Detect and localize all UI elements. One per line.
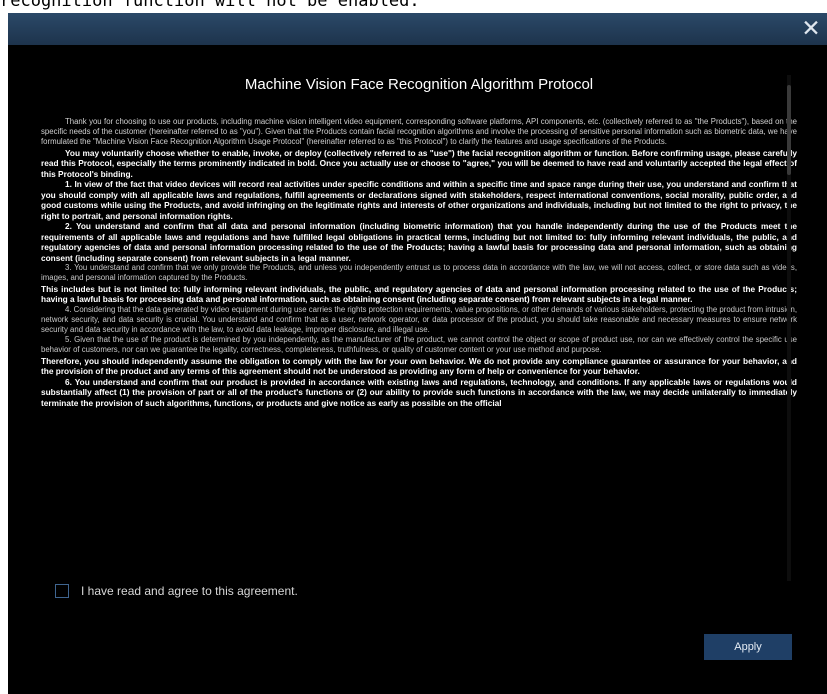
agree-label[interactable]: I have read and agree to this agreement. [81,584,298,598]
protocol-title: Machine Vision Face Recognition Algorith… [244,76,594,93]
protocol-paragraph: 2. You understand and confirm that all d… [41,221,797,263]
protocol-paragraph: 4. Considering that the data generated b… [41,304,797,334]
protocol-body: Thank you for choosing to use our produc… [41,117,797,408]
background-page-text: recognition function will not be enabled… [0,0,420,11]
close-icon[interactable]: ✕ [795,14,827,44]
scrollbar-thumb[interactable] [787,85,791,175]
protocol-paragraph: You may voluntarily choose whether to en… [41,147,797,179]
protocol-scrollbar[interactable] [787,75,791,581]
protocol-paragraph: Therefore, you should independently assu… [41,355,797,377]
protocol-dialog: ✕ Machine Vision Face Recognition Algori… [8,13,827,694]
protocol-content[interactable]: Machine Vision Face Recognition Algorith… [41,75,797,581]
protocol-paragraph: 1. In view of the fact that video device… [41,179,797,221]
dialog-titlebar: ✕ [8,13,827,45]
protocol-paragraph: 3. You understand and confirm that we on… [41,263,797,283]
agree-row[interactable]: I have read and agree to this agreement. [55,581,298,601]
protocol-paragraph: 6. You understand and confirm that our p… [41,376,797,408]
apply-button[interactable]: Apply [704,634,792,660]
protocol-paragraph: Thank you for choosing to use our produc… [41,117,797,147]
protocol-paragraph: This includes but is not limited to: ful… [41,283,797,305]
protocol-paragraph: 5. Given that the use of the product is … [41,335,797,355]
agree-checkbox[interactable] [55,584,69,598]
